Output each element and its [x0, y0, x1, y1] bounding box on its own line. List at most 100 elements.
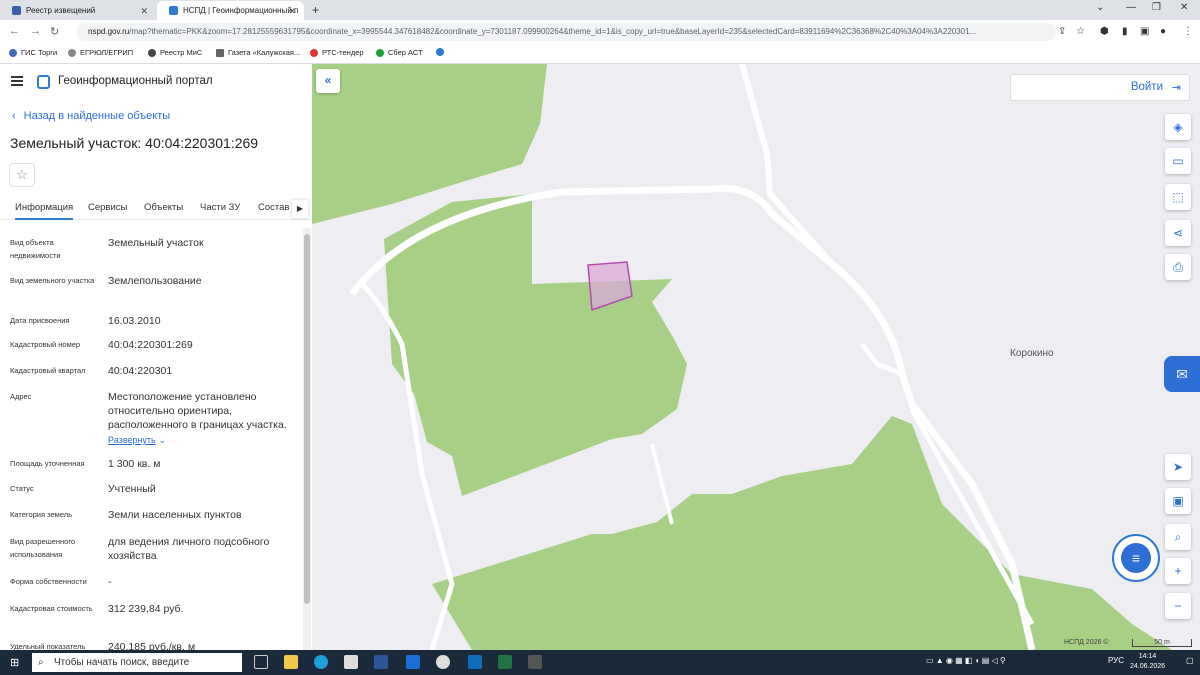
bookmark-item[interactable]: Газета «Калужская...	[216, 48, 300, 57]
close-icon[interactable]: ✕	[288, 6, 296, 17]
clock-time: 14:14	[1138, 653, 1157, 660]
tab-information[interactable]: Информация	[15, 202, 74, 220]
browser-tab-registry[interactable]: Реестр извещений ✕	[0, 1, 156, 20]
bookmark-item[interactable]: Реестр МиС	[148, 48, 202, 57]
search-icon: ⌕	[38, 657, 44, 668]
windows-start-icon[interactable]: ⊞	[10, 656, 19, 669]
object-info-panel: Геоинформационный портал ‹ Назад в найден…	[0, 64, 312, 650]
property-label: Адрес	[10, 392, 32, 401]
bookmark-item[interactable]: РТС-тендер	[310, 48, 364, 57]
favorite-star-icon[interactable]: ☆	[9, 163, 35, 187]
locate-icon[interactable]: ➤	[1165, 454, 1191, 480]
bookmark-item[interactable]: ЕГРЮЛ/ЕГРИП	[68, 48, 133, 57]
menu-icon[interactable]: ⋮	[1183, 26, 1193, 37]
profile-icon[interactable]: ●	[1160, 26, 1166, 37]
tab-title: НСПД | Геоинформационный п	[183, 6, 299, 15]
ruler-icon[interactable]: ▭	[1165, 148, 1191, 174]
forest-area	[384, 194, 687, 496]
zoom-in-icon[interactable]: +	[1165, 558, 1191, 584]
task-view-icon[interactable]	[254, 655, 268, 669]
property-label: Вид разрешенного использования	[10, 537, 76, 559]
share-icon[interactable]: ⋖	[1165, 220, 1191, 246]
property-value: 312 239,84 руб.	[108, 603, 184, 615]
url-field[interactable]: nspd.gov.ru/map?thematic=PKK&zoom=17.281…	[76, 23, 1056, 41]
minimize-icon[interactable]: —	[1126, 2, 1136, 13]
login-icon: ⇥	[1171, 82, 1181, 94]
bookmarks-bar: ГИС Торги ЕГРЮЛ/ЕГРИП Реестр МиС Газета …	[0, 44, 1200, 64]
property-label: Статус	[10, 484, 34, 493]
store-icon[interactable]	[344, 655, 358, 669]
property-label: Удельный показатель	[10, 642, 86, 650]
bookmark-star-icon[interactable]: ☆	[1076, 26, 1085, 37]
maximize-icon[interactable]: ❐	[1152, 2, 1161, 13]
scrollbar-thumb[interactable]	[304, 234, 310, 604]
chat-icon: ≡	[1121, 543, 1151, 573]
object-title: Земельный участок: 40:04:220301:269	[10, 135, 259, 151]
reload-icon[interactable]: ↻	[50, 25, 59, 38]
share-icon[interactable]: ⇪	[1058, 26, 1066, 37]
outlook-icon[interactable]	[468, 655, 482, 669]
property-label: Категория земель	[10, 510, 73, 519]
new-tab-icon[interactable]: +	[312, 3, 319, 17]
select-area-icon[interactable]: ⬚	[1165, 184, 1191, 210]
taskbar-search[interactable]: ⌕ Чтобы начать поиск, введите	[32, 653, 242, 672]
map-scale: 50 m	[1132, 639, 1192, 647]
property-value: 16.03.2010	[108, 315, 161, 327]
address-bar: ← → ↻ nspd.gov.ru/map?thematic=PKK&zoom=…	[0, 20, 1200, 44]
window-close-icon[interactable]: ✕	[1180, 2, 1188, 13]
extensions-icon[interactable]: ⬢	[1100, 26, 1109, 37]
chrome-icon[interactable]	[436, 655, 450, 669]
word-icon[interactable]	[374, 655, 388, 669]
tab-composition[interactable]: Состав	[258, 202, 289, 213]
browser-tab-nspd[interactable]: НСПД | Геоинформационный п ✕	[157, 1, 304, 20]
place-label: Корокино	[1010, 348, 1054, 359]
back-icon[interactable]: ←	[9, 25, 20, 37]
print-icon[interactable]: ⎙	[1165, 254, 1191, 280]
back-to-results-link[interactable]: ‹ Назад в найденные объекты	[12, 110, 170, 122]
tab-parts[interactable]: Части ЗУ	[200, 202, 240, 213]
forward-icon[interactable]: →	[30, 25, 41, 37]
close-icon[interactable]: ✕	[140, 6, 148, 17]
chevron-down-icon[interactable]: ⌄	[1096, 2, 1104, 13]
map-view[interactable]: « Войти ⇥ ◈ ▭ ⬚ ⋖ ⎙ ✉ Корокино ➤ ▣ ⌕ + − …	[312, 64, 1200, 650]
chat-button[interactable]: ≡	[1112, 534, 1160, 582]
map-canvas[interactable]	[312, 64, 1200, 650]
language-indicator[interactable]: РУС	[1108, 656, 1124, 665]
layers-icon[interactable]: ◈	[1165, 114, 1191, 140]
edge-icon[interactable]	[314, 655, 328, 669]
bookmark-item[interactable]	[436, 48, 448, 56]
expand-label: Развернуть	[108, 435, 156, 445]
gis-icon	[9, 48, 17, 57]
bookmark-item[interactable]: Сбер АСТ	[376, 48, 423, 57]
tray-icons[interactable]: ▭ ▲ ◉ ▦ ◧ ◖ ▤ ◁ ⚲	[926, 656, 1006, 665]
collapse-panel-icon[interactable]: «	[316, 69, 340, 93]
login-button[interactable]: Войти ⇥	[1010, 74, 1190, 101]
newspaper-icon	[216, 48, 224, 57]
reading-list-icon[interactable]: ▮	[1122, 26, 1128, 37]
sidebar-icon[interactable]: ▣	[1140, 26, 1149, 37]
file-explorer-icon[interactable]	[284, 655, 298, 669]
hamburger-menu-icon[interactable]	[11, 76, 23, 86]
bookmark-label: ГИС Торги	[21, 48, 58, 57]
calculator-icon[interactable]	[528, 655, 542, 669]
feedback-badge-icon[interactable]: ✉	[1164, 356, 1200, 392]
notification-icon[interactable]: ▢	[1186, 656, 1194, 665]
tab-objects[interactable]: Объекты	[144, 202, 183, 213]
mail-icon[interactable]	[406, 655, 420, 669]
road	[650, 443, 674, 525]
registry-icon	[148, 48, 156, 57]
excel-icon[interactable]	[498, 655, 512, 669]
panel-scrollbar[interactable]	[303, 228, 311, 650]
tab-services[interactable]: Сервисы	[88, 202, 127, 213]
search-map-icon[interactable]: ⌕	[1165, 524, 1191, 550]
bookmark-label: Реестр МиС	[160, 48, 203, 57]
zoom-out-icon[interactable]: −	[1165, 593, 1191, 619]
expand-link[interactable]: Развернуть ⌄	[108, 433, 298, 447]
bookmark-item[interactable]: ГИС Торги	[9, 48, 57, 57]
chevron-right-icon[interactable]: ▶	[292, 200, 308, 218]
property-label: Форма собственности	[10, 577, 87, 586]
basemap-icon[interactable]: ▣	[1165, 488, 1191, 514]
egrul-icon	[68, 48, 76, 57]
search-placeholder: Чтобы начать поиск, введите	[54, 657, 190, 668]
system-clock[interactable]: 14:14 24.06.2026	[1130, 652, 1165, 672]
